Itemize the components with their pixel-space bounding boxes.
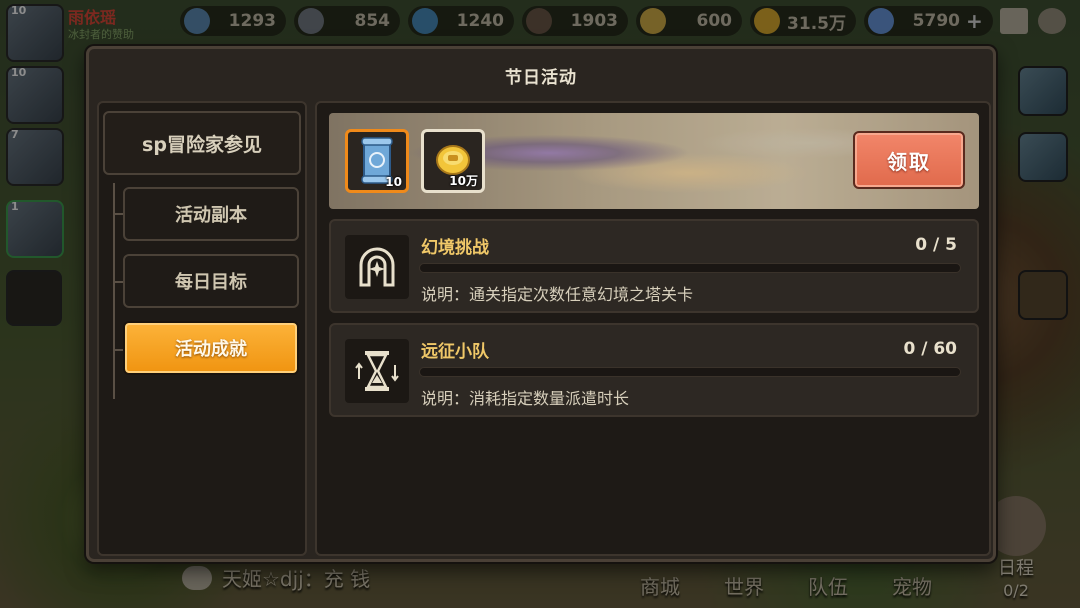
horseshoe-icon: [345, 235, 409, 299]
task-progress-bar: [419, 263, 961, 273]
task-progress-bar: [419, 367, 961, 377]
task-title: 幻境挑战: [421, 238, 489, 258]
tab-event-achievement[interactable]: 活动成就: [123, 321, 299, 375]
task-card: 远征小队 0 / 60 说明：消耗指定数量派遣时长: [329, 323, 979, 417]
task-description: 说明：通关指定次数任意幻境之塔关卡: [421, 285, 694, 304]
claim-button[interactable]: 领取: [853, 131, 965, 189]
task-description: 说明：消耗指定数量派遣时长: [421, 389, 630, 408]
reward-item-scroll[interactable]: 10: [345, 129, 409, 193]
task-progress-text: 0 / 60: [903, 339, 957, 359]
tree-connector: [113, 183, 115, 399]
reward-banner: 10 10万 领取: [329, 113, 979, 209]
reward-item-gold[interactable]: 10万: [421, 129, 485, 193]
tab-event-dungeon[interactable]: 活动副本: [123, 187, 299, 241]
task-title: 远征小队: [421, 342, 489, 362]
category-panel: sp冒险家参见 活动副本 每日目标 活动成就: [97, 101, 307, 556]
reward-qty: 10万: [449, 174, 478, 188]
task-progress-text: 0 / 5: [915, 235, 957, 255]
tab-daily-goal[interactable]: 每日目标: [123, 254, 299, 308]
reward-qty: 10: [385, 175, 402, 189]
modal-title: 节日活动: [505, 67, 577, 88]
task-card: 幻境挑战 0 / 5 说明：通关指定次数任意幻境之塔关卡: [329, 219, 979, 313]
category-main[interactable]: sp冒险家参见: [103, 111, 301, 175]
hourglass-icon: [345, 339, 409, 403]
achievement-content: 10 10万 领取 幻境挑战 0 / 5 说明：通关指定次数任意幻境之塔关卡 远…: [315, 101, 991, 556]
festival-event-modal: 节日活动 sp冒险家参见 活动副本 每日目标 活动成就 10 10万 领取 幻境…: [86, 46, 996, 562]
